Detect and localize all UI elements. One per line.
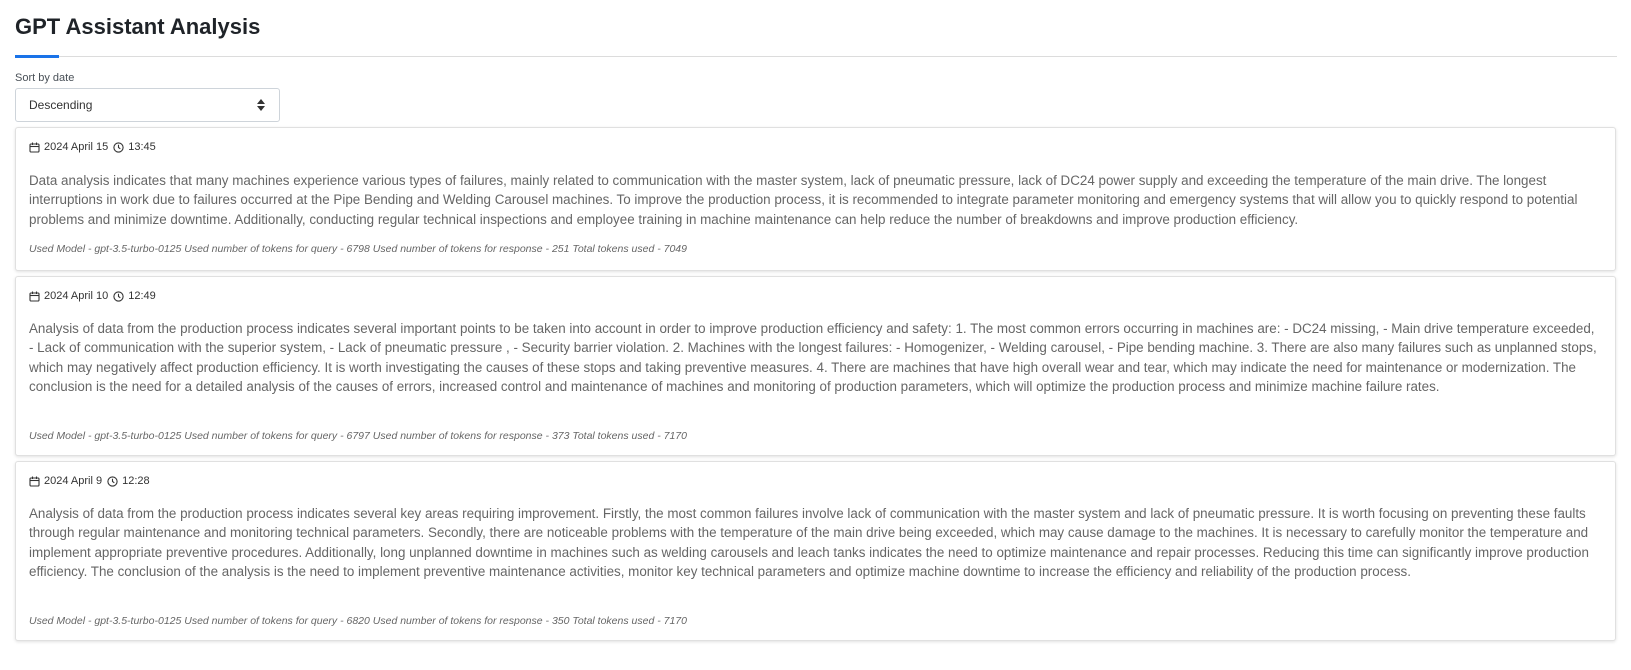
card-meta: Used Model - gpt-3.5-turbo-0125 Used num… [29, 430, 687, 442]
card-time: 13:45 [128, 141, 156, 153]
card-meta: Used Model - gpt-3.5-turbo-0125 Used num… [29, 243, 687, 255]
card-date: 2024 April 10 [44, 290, 109, 302]
calendar-icon [29, 291, 40, 302]
page: GPT Assistant Analysis Sort by date Desc… [15, 0, 1617, 641]
card-header: 2024 April 10 12:49 [29, 290, 156, 302]
card-text: Analysis of data from the production pro… [29, 506, 1589, 580]
clock-icon [113, 141, 124, 153]
sort-caret-icon [257, 99, 265, 111]
card-time: 12:28 [122, 475, 150, 487]
clock-icon [113, 290, 124, 302]
calendar-icon [29, 142, 40, 153]
analysis-card: 2024 April 10 12:49 Analysis of data fro… [15, 276, 1616, 456]
card-text: Data analysis indicates that many machin… [29, 173, 1578, 227]
analysis-card: 2024 April 9 12:28 Analysis of data from… [15, 461, 1616, 641]
clock-icon [107, 475, 118, 487]
title-accent-underline [15, 55, 59, 58]
analysis-card: 2024 April 15 13:45 Data analysis indica… [15, 127, 1616, 271]
card-header: 2024 April 15 13:45 [29, 141, 156, 153]
calendar-icon [29, 476, 40, 487]
sort-select-value: Descending [29, 98, 93, 112]
card-header: 2024 April 9 12:28 [29, 475, 150, 487]
page-header: GPT Assistant Analysis [15, 0, 1617, 58]
card-meta: Used Model - gpt-3.5-turbo-0125 Used num… [29, 615, 687, 627]
card-text: Analysis of data from the production pro… [29, 321, 1597, 395]
card-time: 12:49 [128, 290, 156, 302]
sort-select[interactable]: Descending [15, 88, 280, 122]
page-title: GPT Assistant Analysis [15, 14, 261, 39]
card-date: 2024 April 15 [44, 141, 109, 153]
sort-label: Sort by date [15, 72, 75, 84]
card-date: 2024 April 9 [44, 475, 103, 487]
